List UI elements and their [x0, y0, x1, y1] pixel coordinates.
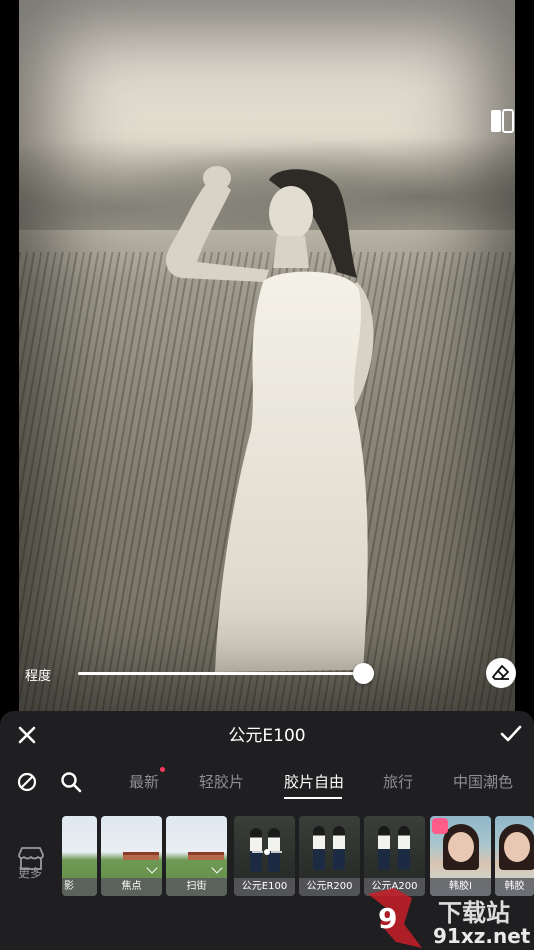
filter-label: 公元R200	[299, 878, 360, 896]
filter-thumb[interactable]: 扫街	[166, 816, 227, 896]
filter-title: 公元E100	[228, 726, 306, 746]
filter-thumb[interactable]: 公元R200	[299, 816, 360, 896]
compare-icon[interactable]	[490, 107, 516, 135]
no-filter-icon[interactable]	[16, 771, 38, 793]
filter-thumb-selected[interactable]: 公元E100	[234, 816, 295, 896]
thumb-person	[313, 826, 325, 870]
watermark-url: 91xz.net	[433, 924, 531, 948]
thumb-person	[333, 826, 345, 870]
svg-text:9: 9	[378, 902, 397, 935]
filter-label: 公元E100	[234, 878, 295, 896]
search-icon[interactable]	[60, 771, 82, 793]
adjust-slider-icon	[252, 849, 282, 855]
tab-film-free[interactable]: 胶片自由	[284, 771, 344, 792]
thumb-face	[504, 832, 530, 862]
tab-china-trend[interactable]: 中国潮色	[453, 771, 513, 792]
more-label: 更多	[18, 866, 43, 880]
intensity-slider-track[interactable]	[78, 672, 363, 675]
thumb-face	[448, 832, 474, 862]
heart-icon	[432, 818, 448, 834]
filter-label: 焦点	[101, 878, 162, 896]
download-icon	[211, 862, 223, 874]
thumb-person	[378, 826, 390, 870]
intensity-label: 程度	[25, 669, 52, 684]
photo-preview[interactable]	[19, 0, 515, 712]
check-icon[interactable]	[499, 723, 523, 745]
eraser-icon	[492, 665, 509, 680]
watermark-cn: 下载站	[438, 899, 510, 927]
download-icon	[146, 862, 158, 874]
active-tab-indicator	[284, 797, 342, 799]
tab-light-film[interactable]: 轻胶片	[199, 771, 244, 792]
eraser-button[interactable]	[486, 658, 516, 688]
thumb-person	[398, 826, 410, 870]
filter-thumb[interactable]: 焦点	[101, 816, 162, 896]
filter-label: 扫街	[166, 878, 227, 896]
vignette-overlay	[19, 0, 515, 712]
filter-label: 影	[62, 878, 97, 896]
tab-latest[interactable]: 最新	[129, 771, 159, 792]
intensity-slider-fill	[78, 672, 363, 675]
filter-thumb[interactable]: 影	[62, 816, 97, 896]
tab-travel[interactable]: 旅行	[383, 771, 413, 792]
intensity-slider-knob[interactable]	[353, 663, 374, 684]
house-shape	[123, 852, 159, 860]
house-shape	[188, 852, 224, 860]
notification-dot	[160, 767, 165, 772]
